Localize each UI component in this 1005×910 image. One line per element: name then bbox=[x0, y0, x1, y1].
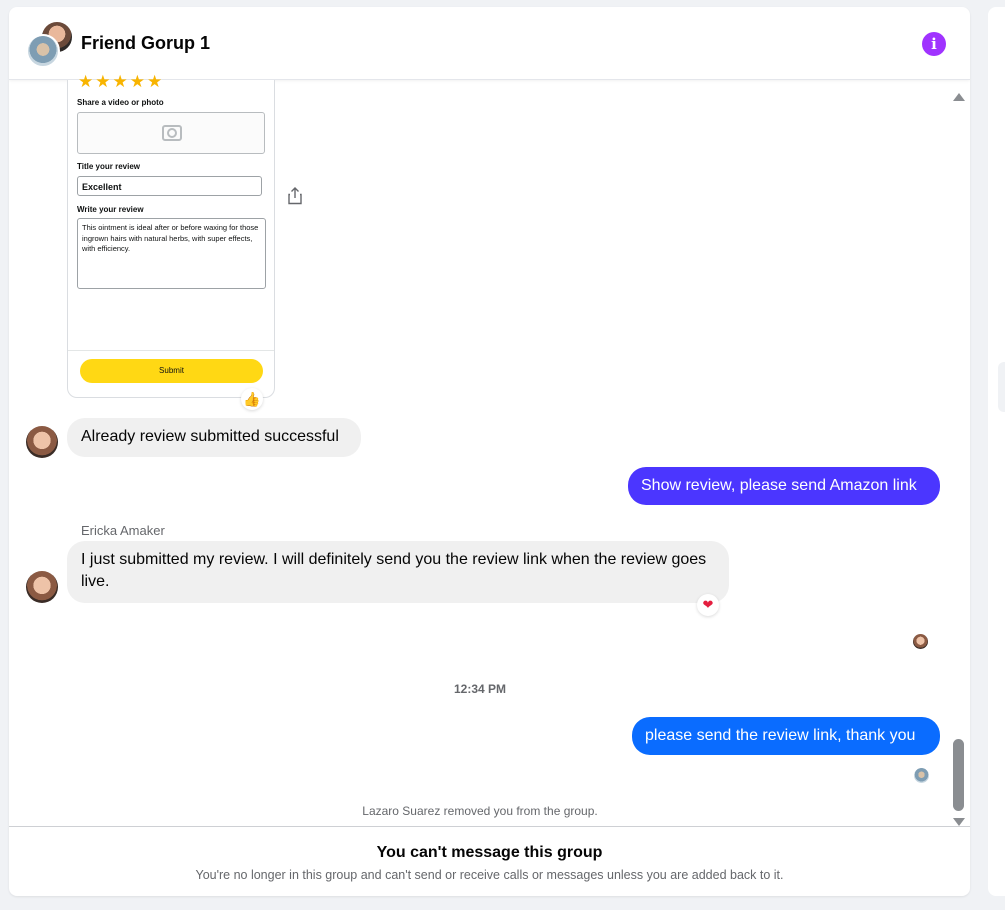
chat-header: Friend Gorup 1 i bbox=[9, 7, 970, 80]
message-bubble-outgoing[interactable]: please send the review link, thank you bbox=[632, 717, 940, 755]
seen-avatar bbox=[914, 768, 929, 783]
thumbs-up-reaction[interactable]: 👍 bbox=[241, 388, 263, 410]
adjacent-panel-tab bbox=[998, 362, 1005, 412]
message-bubble-outgoing[interactable]: Show review, please send Amazon link bbox=[628, 467, 940, 505]
notice-title: You can't message this group bbox=[376, 844, 603, 861]
scroll-down-icon[interactable] bbox=[953, 818, 965, 826]
member-avatar-2 bbox=[26, 34, 60, 68]
system-message: Lazaro Suarez removed you from the group… bbox=[362, 804, 598, 818]
sender-name: Ericka Amaker bbox=[81, 523, 165, 538]
info-icon[interactable]: i bbox=[922, 32, 946, 56]
composer-disabled-notice: You can't message this group You're no l… bbox=[9, 826, 970, 896]
seen-avatar bbox=[913, 634, 928, 649]
message-bubble[interactable]: Already review submitted successful bbox=[67, 418, 361, 457]
submit-button-image: Submit bbox=[80, 359, 263, 383]
conversation-title[interactable]: Friend Gorup 1 bbox=[81, 33, 210, 54]
sender-avatar[interactable] bbox=[26, 426, 58, 458]
scrollbar-thumb[interactable] bbox=[953, 739, 964, 811]
photo-upload-box bbox=[77, 112, 265, 154]
chat-panel: Friend Gorup 1 i ★★★★★ Share a video or … bbox=[9, 7, 970, 896]
message-bubble[interactable]: I just submitted my review. I will defin… bbox=[67, 541, 729, 603]
review-title-label: Title your review bbox=[77, 162, 140, 171]
notice-subtitle: You're no longer in this group and can't… bbox=[195, 868, 784, 882]
adjacent-panel-edge bbox=[988, 7, 1005, 896]
share-media-label: Share a video or photo bbox=[77, 98, 164, 107]
scrollbar[interactable] bbox=[951, 88, 966, 826]
timestamp: 12:34 PM bbox=[453, 682, 507, 696]
divider bbox=[68, 350, 274, 351]
message-list: ★★★★★ Share a video or photo Title your … bbox=[9, 72, 970, 826]
review-title-value: Excellent bbox=[77, 176, 262, 196]
share-icon[interactable] bbox=[287, 187, 303, 205]
sender-avatar[interactable] bbox=[26, 571, 58, 603]
scroll-up-icon[interactable] bbox=[953, 93, 965, 101]
review-body-label: Write your review bbox=[77, 205, 144, 214]
review-screenshot-image[interactable]: ★★★★★ Share a video or photo Title your … bbox=[67, 72, 275, 398]
rating-stars: ★★★★★ bbox=[78, 72, 165, 91]
heart-reaction[interactable]: ❤ bbox=[697, 594, 719, 616]
camera-icon bbox=[162, 125, 182, 141]
review-body-text: This ointment is ideal after or before w… bbox=[77, 218, 266, 289]
group-avatar[interactable] bbox=[26, 20, 74, 68]
